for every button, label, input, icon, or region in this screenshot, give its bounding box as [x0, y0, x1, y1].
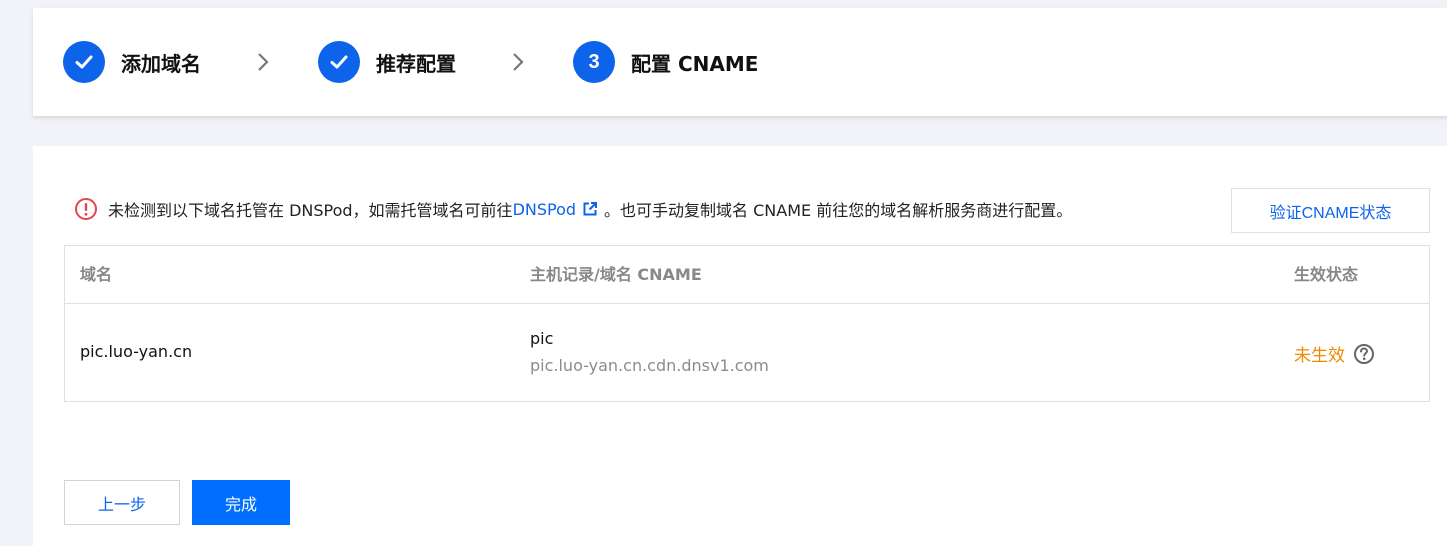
- column-header-domain: 域名: [80, 265, 113, 284]
- step-label: 添加域名: [121, 51, 201, 76]
- help-circle-icon[interactable]: [1353, 343, 1375, 365]
- external-link-icon[interactable]: [582, 201, 598, 217]
- step-label: 推荐配置: [376, 51, 456, 76]
- prev-step-button[interactable]: 上一步: [64, 480, 180, 525]
- dnspod-link[interactable]: DNSPod: [513, 200, 576, 219]
- chevron-right-icon: [258, 53, 269, 71]
- domain-cell: pic.luo-yan.cn: [80, 342, 193, 361]
- dns-notice: 未检测到以下域名托管在 DNSPod，如需托管域名可前往 DNSPod 。也可手…: [74, 198, 1072, 220]
- status-text: 未生效: [1294, 346, 1345, 366]
- chevron-right-icon: [513, 53, 524, 71]
- table-header: 域名 主机记录/域名 CNAME 生效状态: [65, 246, 1429, 304]
- status-cell: 未生效: [1294, 341, 1375, 366]
- notice-text-after: 。也可手动复制域名 CNAME 前往您的域名解析服务商进行配置。: [604, 201, 1073, 220]
- main-panel: 未检测到以下域名托管在 DNSPod，如需托管域名可前往 DNSPod 。也可手…: [33, 146, 1447, 546]
- column-header-record: 主机记录/域名 CNAME: [530, 265, 702, 284]
- step-config-cname: 3 配置 CNAME: [573, 41, 758, 83]
- steps-header: 添加域名 推荐配置 3 配置 CNAME: [33, 8, 1447, 116]
- error-circle-icon: [75, 198, 97, 220]
- cname-table: 域名 主机记录/域名 CNAME 生效状态 pic.luo-yan.cn pic…: [64, 245, 1430, 402]
- step-label: 配置 CNAME: [631, 51, 759, 76]
- step-recommend-config: 推荐配置: [318, 41, 456, 83]
- done-button[interactable]: 完成: [192, 480, 290, 525]
- check-icon: [63, 41, 105, 83]
- notice-text: 未检测到以下域名托管在 DNSPod，如需托管域名可前往: [108, 201, 513, 220]
- cname-value-cell: pic.luo-yan.cn.cdn.dnsv1.com: [530, 356, 769, 375]
- step-add-domain: 添加域名: [63, 41, 201, 83]
- step-number: 3: [573, 41, 615, 83]
- host-record-cell: pic: [530, 329, 554, 348]
- verify-cname-button[interactable]: 验证CNAME状态: [1231, 188, 1430, 233]
- check-icon: [318, 41, 360, 83]
- column-header-status: 生效状态: [1294, 265, 1359, 284]
